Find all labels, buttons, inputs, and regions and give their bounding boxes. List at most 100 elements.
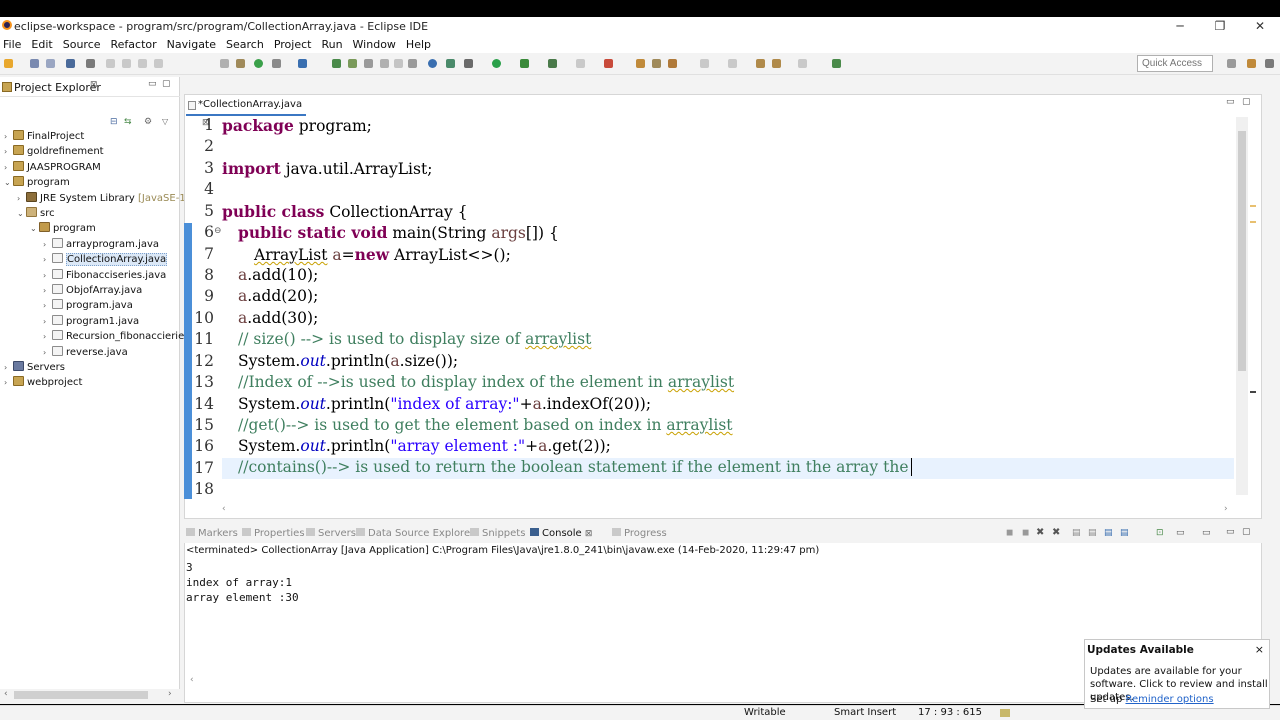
scroll-right-icon[interactable]: ›: [1224, 504, 1228, 514]
disconnect-icon[interactable]: [154, 59, 163, 68]
code-line-17-current[interactable]: //contains()--> is used to return the bo…: [222, 458, 1234, 479]
expand-icon[interactable]: ›: [43, 283, 52, 298]
code-editor[interactable]: 1 package program; 2 3 import java.util.…: [184, 116, 1234, 504]
terminal-icon[interactable]: [66, 59, 75, 68]
terminate-icon[interactable]: ◼: [1006, 528, 1013, 538]
tree-item-src[interactable]: ⌄ src: [17, 206, 55, 221]
collapse-icon[interactable]: ⌄: [4, 175, 13, 190]
close-view-icon[interactable]: ⊠: [90, 80, 98, 90]
tree-item-jaasprogram[interactable]: › JAASPROGRAM: [4, 160, 101, 175]
maximize-editor-icon[interactable]: ▢: [1242, 97, 1251, 107]
collapse-all-icon[interactable]: ⊟: [110, 117, 118, 127]
code-line-1[interactable]: package program;: [222, 116, 372, 135]
coverage-icon[interactable]: [272, 59, 281, 68]
tree-item-recursion[interactable]: › Recursion_fibonaccierie: [43, 329, 184, 344]
overview-marker[interactable]: [1250, 221, 1256, 223]
edit-icon[interactable]: [668, 59, 677, 68]
external-tools-icon[interactable]: [298, 59, 307, 68]
code-line-8[interactable]: a.add(10);: [238, 266, 318, 284]
status-icon[interactable]: [1000, 709, 1010, 717]
expand-icon[interactable]: ›: [43, 252, 52, 267]
open-type-icon[interactable]: [380, 59, 389, 68]
code-line-6[interactable]: public static void main(String args[]) {: [238, 223, 559, 242]
explorer-horizontal-scrollbar[interactable]: ‹ ›: [4, 689, 178, 701]
menu-edit[interactable]: Edit: [28, 38, 59, 51]
new-package-icon[interactable]: [348, 59, 357, 68]
word-wrap-icon[interactable]: ▤: [1104, 528, 1113, 538]
tree-item-program-java[interactable]: › program.java: [43, 298, 133, 313]
save-icon[interactable]: [30, 59, 39, 68]
filters-icon[interactable]: ⚙: [144, 117, 152, 127]
code-line-3[interactable]: import java.util.ArrayList;: [222, 159, 432, 178]
open-folder-icon[interactable]: [636, 59, 645, 68]
debug-icon[interactable]: [254, 59, 263, 68]
link-editor-icon[interactable]: ⇆: [124, 117, 132, 127]
new-server-icon[interactable]: [446, 59, 455, 68]
minimize-button[interactable]: ─: [1160, 17, 1200, 35]
open-file-icon[interactable]: [652, 59, 661, 68]
forward-icon[interactable]: [798, 59, 807, 68]
maximize-view-icon[interactable]: ▢: [1242, 527, 1251, 537]
remove-all-icon[interactable]: ✖: [1036, 527, 1044, 538]
expand-icon[interactable]: ›: [17, 191, 26, 206]
maximize-view-icon[interactable]: ▢: [162, 79, 171, 89]
tree-item-jre-library[interactable]: › JRE System Library [JavaSE-1.8: [17, 191, 195, 206]
tree-item-program-project[interactable]: ⌄ program: [4, 175, 70, 190]
tree-item-goldrefinement[interactable]: › goldrefinement: [4, 144, 104, 159]
code-line-5[interactable]: public class CollectionArray {: [222, 202, 468, 221]
scroll-left-icon[interactable]: ‹: [4, 689, 8, 699]
build-icon[interactable]: [236, 59, 245, 68]
scroll-lock-icon[interactable]: ▤: [1088, 528, 1097, 538]
expand-icon[interactable]: ›: [43, 345, 52, 360]
toggle-icon[interactable]: [220, 59, 229, 68]
scrollbar-thumb[interactable]: [14, 691, 148, 699]
tab-console[interactable]: Console ⊠: [530, 528, 592, 539]
code-line-16[interactable]: System.out.println("array element :"+a.g…: [238, 437, 611, 455]
code-line-13[interactable]: //Index of -->is used to display index o…: [238, 373, 734, 391]
collapse-icon[interactable]: ⌄: [30, 221, 39, 236]
search-icon[interactable]: [408, 59, 417, 68]
scrollbar-thumb[interactable]: [1238, 131, 1246, 371]
remove-launch-icon[interactable]: ◼: [1022, 528, 1029, 538]
suspend-icon[interactable]: [122, 59, 131, 68]
tree-item-collectionarray[interactable]: › CollectionArray.java: [43, 252, 168, 267]
close-tab-icon[interactable]: ⊠: [585, 529, 593, 539]
tab-servers[interactable]: Servers: [306, 528, 356, 539]
skip-breakpoints-icon[interactable]: [86, 59, 95, 68]
new-icon[interactable]: [4, 59, 13, 68]
fold-icon[interactable]: ⊖: [214, 226, 222, 236]
menu-help[interactable]: Help: [403, 38, 438, 51]
run-icon[interactable]: [492, 59, 501, 68]
expand-icon[interactable]: ›: [43, 329, 52, 344]
minimize-editor-icon[interactable]: ▭: [1226, 97, 1235, 107]
tree-item-reverse[interactable]: › reverse.java: [43, 345, 128, 360]
back-dropdown-icon[interactable]: [772, 59, 781, 68]
tab-data-source-explorer[interactable]: Data Source Explorer: [356, 528, 474, 539]
minimize-view-icon[interactable]: ▭: [148, 79, 157, 89]
code-line-7[interactable]: ArrayList a=new ArrayList<>();: [254, 245, 511, 264]
editor-horizontal-scrollbar[interactable]: ‹ ›: [190, 504, 1230, 516]
tree-item-servers[interactable]: › Servers: [4, 360, 65, 375]
menu-refactor[interactable]: Refactor: [108, 38, 164, 51]
quick-access-input[interactable]: [1137, 55, 1213, 72]
tree-item-finalproject[interactable]: › FinalProject: [4, 129, 84, 144]
code-line-12[interactable]: System.out.println(a.size());: [238, 352, 458, 370]
open-task-icon[interactable]: [394, 59, 403, 68]
expand-icon[interactable]: ›: [4, 160, 13, 175]
tab-snippets[interactable]: Snippets: [470, 528, 525, 539]
clear-console-icon[interactable]: ▤: [1072, 528, 1081, 538]
code-line-15[interactable]: //get()--> is used to get the element ba…: [238, 416, 733, 434]
new-java-project-icon[interactable]: [332, 59, 341, 68]
next-annotation-icon[interactable]: [700, 59, 709, 68]
code-line-14[interactable]: System.out.println("index of array:"+a.i…: [238, 395, 651, 413]
tree-item-webproject[interactable]: › webproject: [4, 375, 82, 390]
overview-marker[interactable]: [1250, 205, 1256, 207]
remove-all-terminated-icon[interactable]: ✖: [1052, 527, 1060, 538]
pin-console-icon[interactable]: ⊡: [1156, 528, 1164, 538]
globe-icon[interactable]: [428, 59, 437, 68]
minimize-view-icon[interactable]: ▭: [1226, 527, 1235, 537]
code-line-11[interactable]: // size() --> is used to display size of…: [238, 330, 591, 348]
editor-tab-collectionarray[interactable]: *CollectionArray.java ⊠: [186, 96, 306, 128]
debug-dropdown-icon[interactable]: [464, 59, 473, 68]
expand-icon[interactable]: ›: [4, 144, 13, 159]
